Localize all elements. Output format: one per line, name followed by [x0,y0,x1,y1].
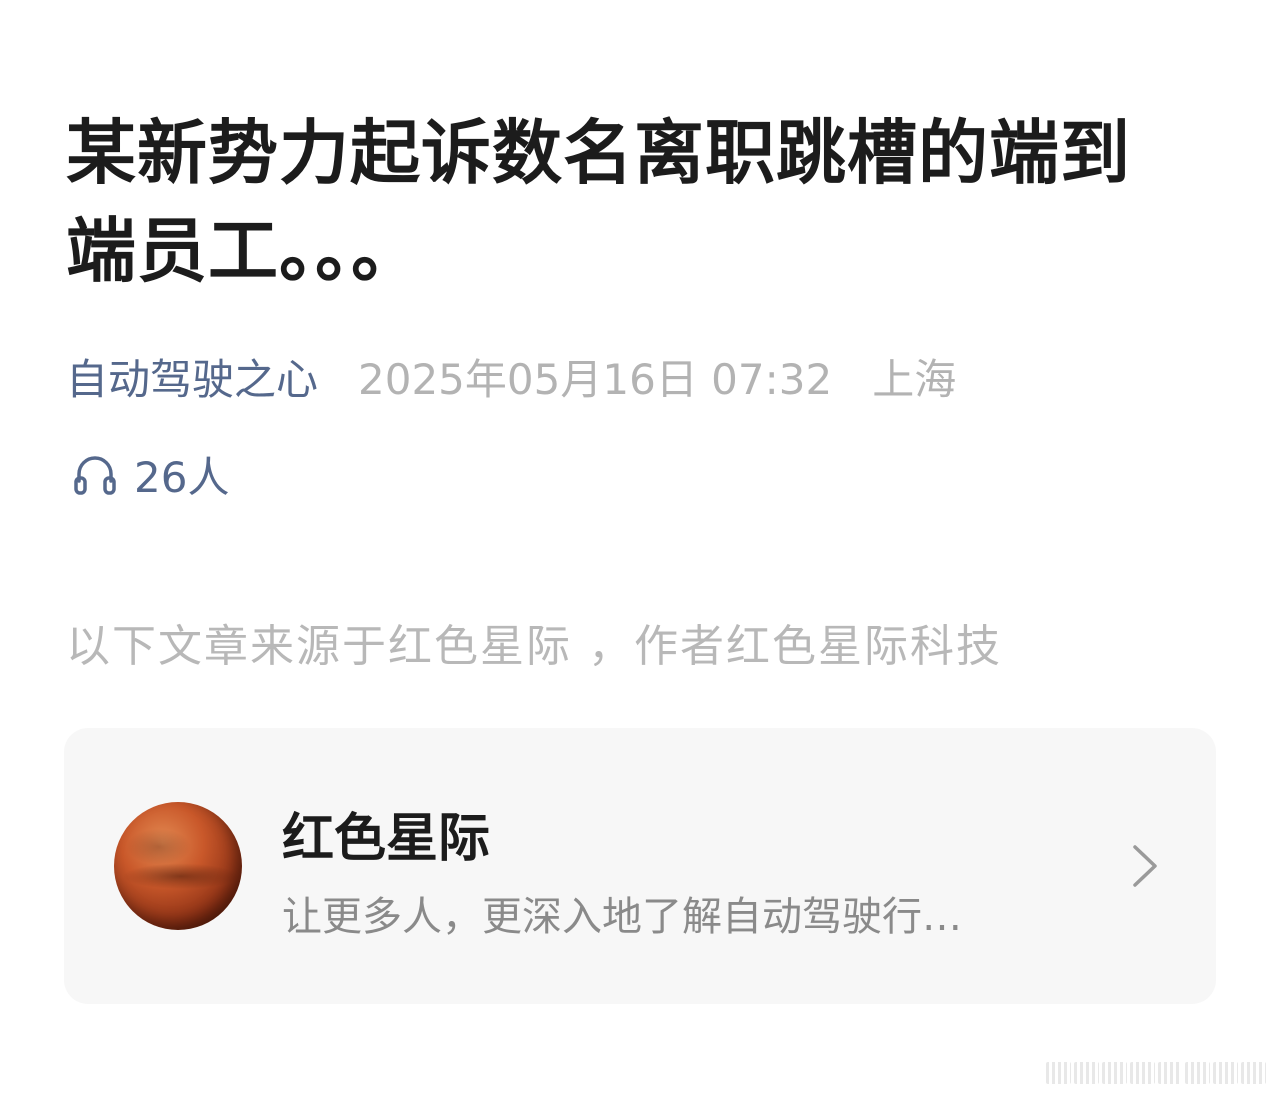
card-account-description: 让更多人，更深入地了解自动驾驶行… [282,894,962,940]
watermark [1046,1062,1266,1084]
chevron-right-icon [1133,845,1157,887]
source-account-card[interactable]: 红色星际 让更多人，更深入地了解自动驾驶行… [64,728,1216,1004]
account-name-link[interactable]: 自动驾驶之心 [66,346,318,407]
article-title: 某新势力起诉数名离职跳槽的端到端员工。。。 [66,112,1131,292]
article-meta: 自动驾驶之心 2025年05月16日 07:32 上海 [66,344,956,408]
card-account-name: 红色星际 [282,809,491,869]
mars-planet-avatar [114,802,242,930]
location: 上海 [872,354,957,404]
source-note: 以下文章来源于红色星际 ，作者红色星际科技 [66,621,1002,672]
listen-button[interactable]: 26人 [70,442,229,506]
listen-count: 26人 [134,452,230,502]
headphones-icon [74,456,116,495]
publish-time: 2025年05月16日 07:32 [358,354,833,404]
